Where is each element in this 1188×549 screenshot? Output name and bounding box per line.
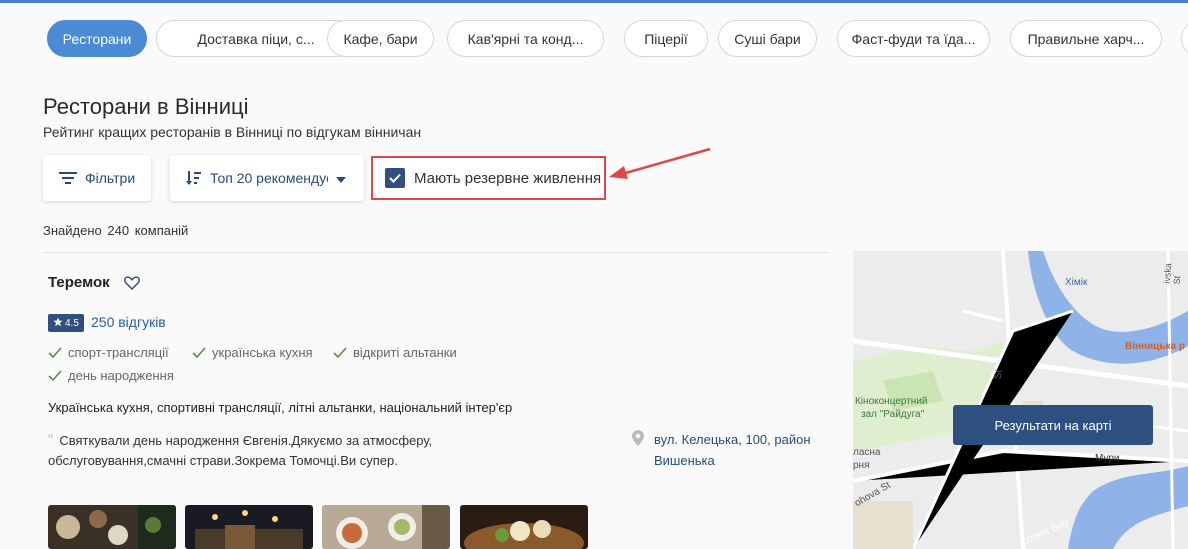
divider bbox=[43, 252, 828, 253]
star-icon bbox=[53, 317, 63, 330]
page-title: Ресторани в Вінниці bbox=[43, 94, 249, 119]
check-icon bbox=[192, 346, 206, 358]
sort-dropdown[interactable]: Топ 20 рекомендує bbox=[170, 155, 364, 201]
map-label: зал "Райдуга" bbox=[861, 409, 925, 420]
review-quote: “Святкували день народження Євгенія.Дяку… bbox=[48, 432, 433, 468]
listing-name[interactable]: Теремок bbox=[48, 274, 110, 291]
map-label: Мури bbox=[1095, 453, 1120, 464]
chip-pizzerias[interactable]: Піцерії bbox=[624, 20, 708, 57]
chip-healthy-food[interactable]: Правильне харч... bbox=[1010, 20, 1162, 57]
checkbox-checked-icon[interactable] bbox=[385, 168, 405, 188]
chip-restaurants[interactable]: Ресторани bbox=[47, 20, 147, 57]
filters-button[interactable]: Фільтри bbox=[43, 155, 151, 201]
reviews-link[interactable]: 250 відгуків bbox=[91, 314, 166, 330]
results-count: Знайдено 240 компаній bbox=[43, 223, 189, 238]
map-label: St bbox=[992, 368, 1005, 381]
map-panel[interactable]: Хімік Вінницька р Кіноконцертний зал "Ра… bbox=[853, 251, 1188, 549]
backup-power-filter[interactable]: Мають резервне живлення bbox=[371, 156, 606, 200]
feature-item: українська кухня bbox=[192, 345, 313, 360]
chip-coffee[interactable]: Кав'ярні та конд... bbox=[447, 20, 604, 57]
chip-cafes-bars[interactable]: Кафе, бари bbox=[327, 20, 434, 57]
listing-photo[interactable] bbox=[48, 505, 176, 549]
listing-photo[interactable] bbox=[460, 505, 588, 549]
filters-label: Фільтри bbox=[85, 170, 136, 186]
rating-badge: 4.5 bbox=[48, 314, 84, 332]
filter-icon bbox=[59, 171, 77, 185]
listing-description: Українська кухня, спортивні трансляції, … bbox=[48, 400, 513, 415]
map-label: рня bbox=[853, 460, 870, 471]
page-subtitle: Рейтинг кращих ресторанів в Вінниці по в… bbox=[43, 124, 422, 140]
feature-item: відкриті альтанки bbox=[333, 345, 457, 360]
check-icon bbox=[48, 369, 62, 381]
chevron-down-icon bbox=[336, 170, 346, 186]
map-label: ласна bbox=[853, 447, 881, 458]
listing-address[interactable]: вул. Келецька, 100, район Вишенька bbox=[654, 429, 834, 471]
map-label: Вінницька р bbox=[1125, 341, 1185, 352]
sort-icon bbox=[186, 170, 202, 186]
check-icon bbox=[48, 346, 62, 358]
quote-icon: “ bbox=[48, 432, 54, 449]
top-accent-line bbox=[0, 0, 1188, 3]
location-pin-icon bbox=[632, 430, 644, 451]
chip-sushi[interactable]: Суші бари bbox=[718, 20, 817, 57]
sort-label: Топ 20 рекомендує bbox=[210, 170, 328, 186]
feature-item: спорт-трансляції bbox=[48, 345, 169, 360]
annotation-arrow-icon bbox=[609, 147, 711, 179]
check-icon bbox=[333, 346, 347, 358]
map-label: ivska St bbox=[1161, 262, 1183, 285]
chip-pizza-delivery[interactable]: Доставка піци, с... bbox=[156, 20, 356, 57]
feature-item: день народження bbox=[48, 368, 174, 383]
map-label: Кіноконцертний bbox=[855, 396, 928, 407]
map-label: Хімік bbox=[1065, 277, 1088, 288]
category-chips: Ресторани Доставка піци, с... Кафе, бари… bbox=[47, 20, 1188, 58]
listing-photo[interactable] bbox=[185, 505, 313, 549]
map-results-button[interactable]: Результати на карті bbox=[953, 405, 1153, 445]
listing-photo[interactable] bbox=[322, 505, 450, 549]
heart-icon[interactable] bbox=[124, 276, 140, 295]
backup-power-label: Мають резервне живлення bbox=[414, 169, 602, 187]
chip-more[interactable] bbox=[1181, 20, 1188, 57]
chip-fast-food[interactable]: Фаст-фуди та їда... bbox=[837, 20, 990, 57]
